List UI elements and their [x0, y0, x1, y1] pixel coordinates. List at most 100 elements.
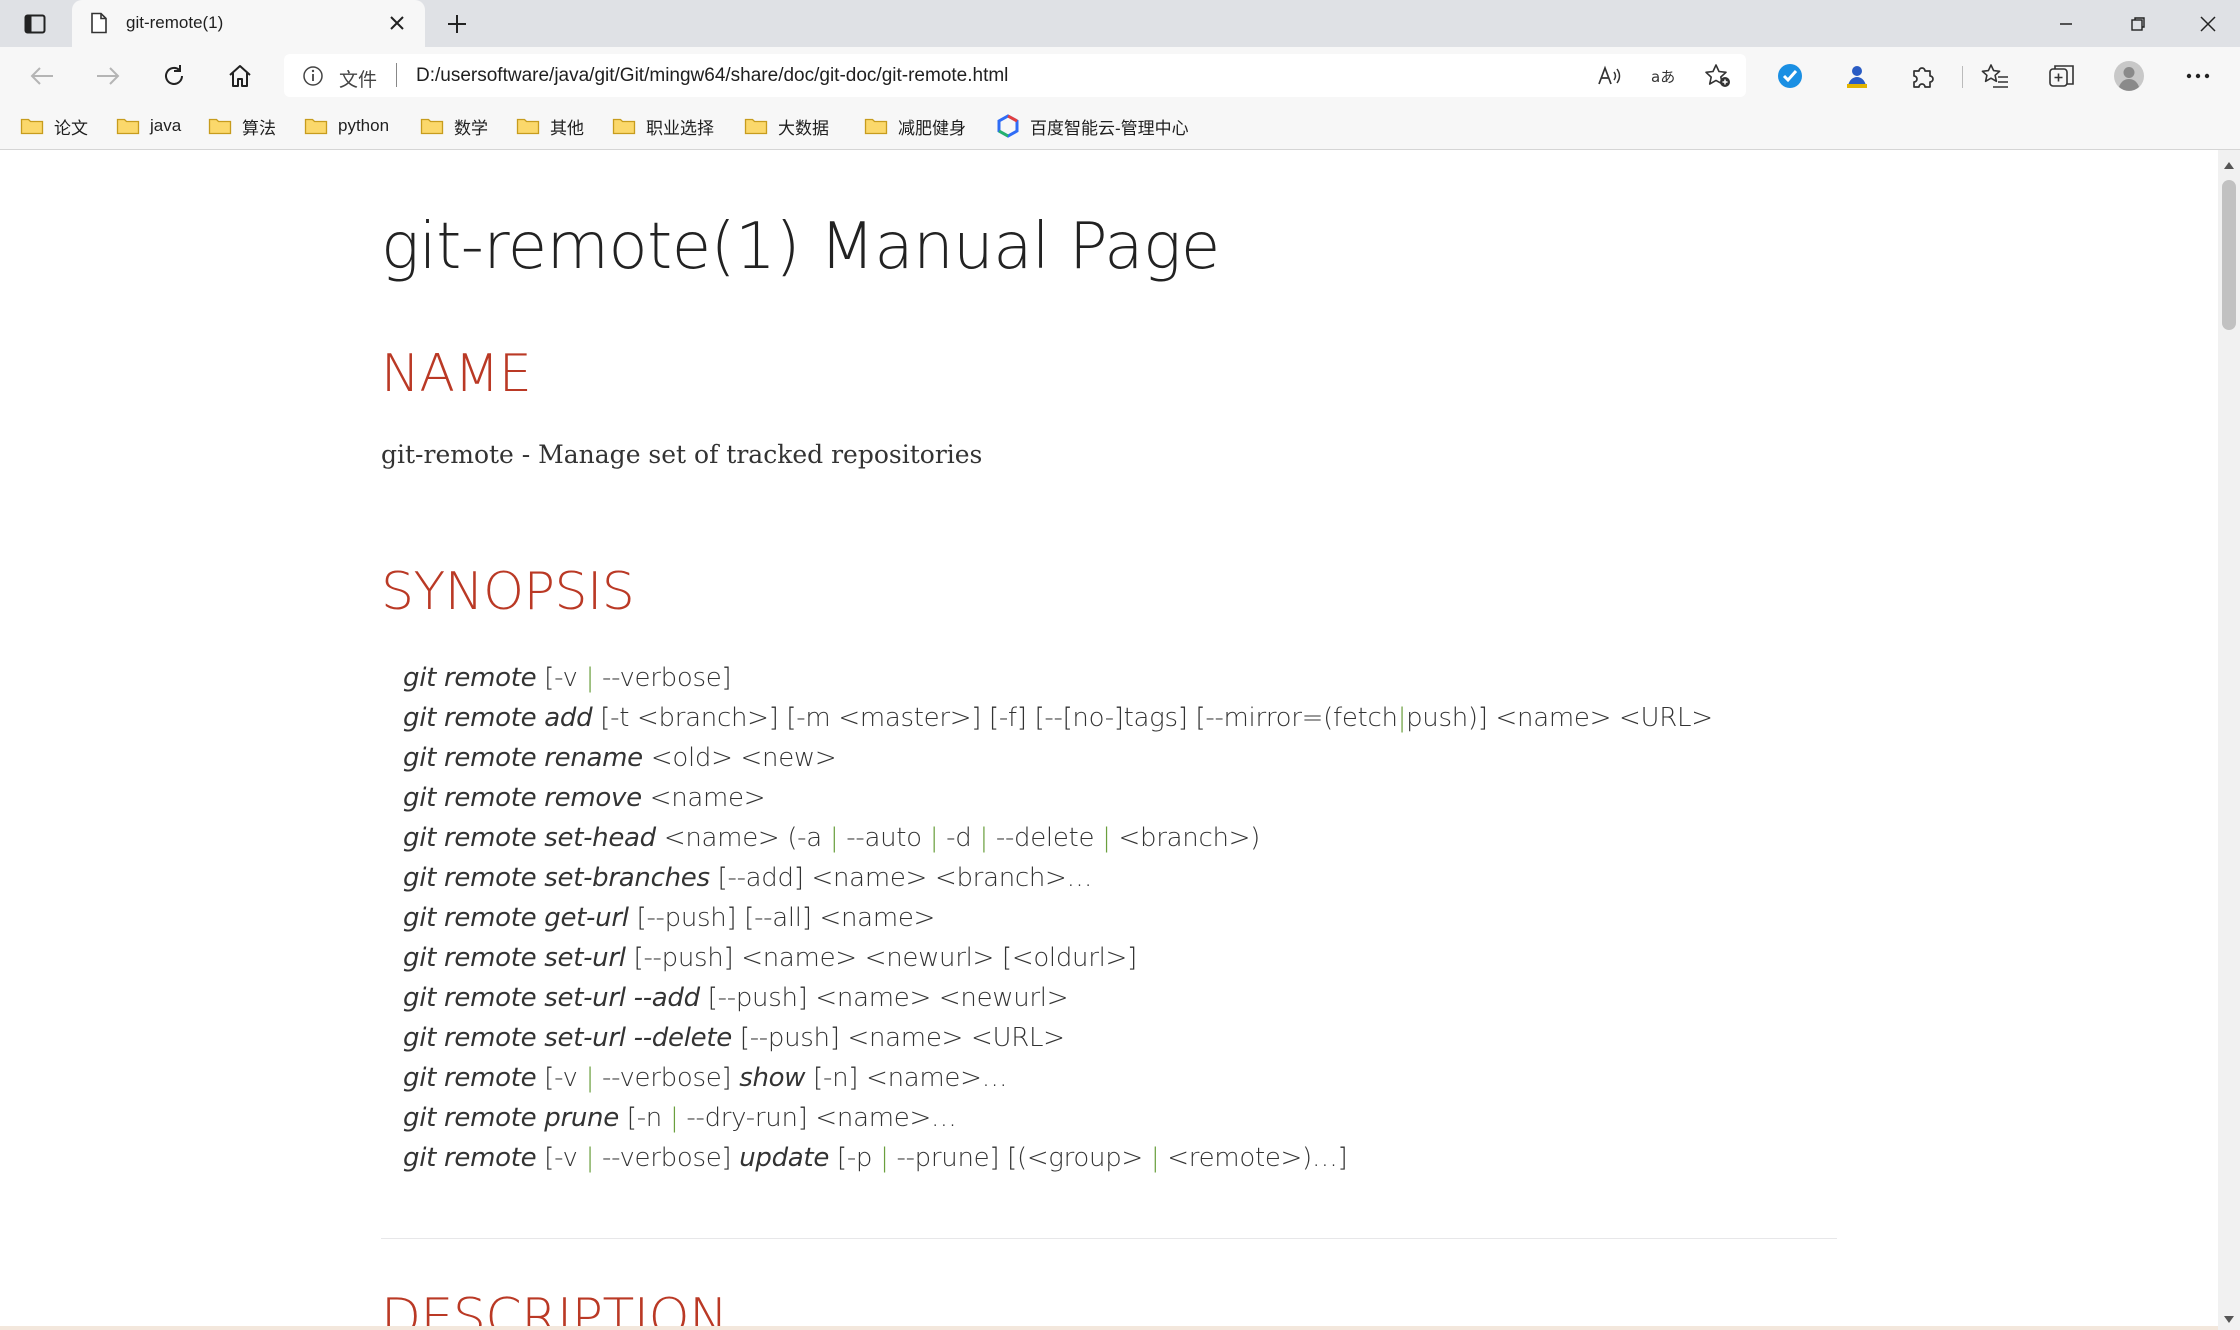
command-name: git remote — [403, 1063, 537, 1093]
collections-button[interactable] — [2045, 60, 2079, 92]
restore-icon — [2131, 16, 2145, 31]
bookmark-label: 减肥健身 — [898, 118, 966, 138]
option-separator: | — [979, 823, 988, 853]
new-tab-button[interactable] — [440, 9, 474, 39]
extension-shield-button[interactable] — [1773, 60, 1807, 92]
translate-button[interactable]: aあ — [1650, 63, 1678, 89]
window-bottom-edge — [0, 1326, 2218, 1330]
bookmark-folder-python[interactable]: python — [304, 113, 389, 139]
bookmark-folder-fitness[interactable]: 减肥健身 — [864, 113, 966, 139]
bookmark-folder-career[interactable]: 职业选择 — [612, 113, 714, 139]
bookmark-folder-other[interactable]: 其他 — [516, 113, 584, 139]
bookmark-label: 其他 — [550, 118, 584, 138]
collections-icon — [2049, 65, 2074, 87]
command-name: git remote rename — [403, 743, 643, 773]
web-page-viewport: git-remote(1) Manual Page NAME git-remot… — [0, 150, 2218, 1330]
command-args: [-p — [829, 1143, 881, 1173]
command-args: --verbose] — [594, 1063, 740, 1093]
command-args: [-n — [618, 1103, 670, 1133]
command-name: git remote set-url --add — [403, 983, 700, 1013]
bookmark-folder-java[interactable]: java — [116, 113, 181, 139]
command-name: git remote set-url — [403, 943, 626, 973]
synopsis-line: git remote set-head <name> (-a | --auto … — [403, 818, 1713, 858]
description-heading: DESCRIPTION — [381, 1288, 728, 1330]
add-favorite-button[interactable] — [1704, 63, 1732, 89]
bookmark-baidu-cloud[interactable]: 百度智能云-管理中心 — [996, 113, 1189, 139]
option-separator: | — [585, 1063, 595, 1093]
synopsis-line: git remote remove <name> — [403, 778, 1713, 818]
command-name: git remote set-head — [403, 823, 656, 853]
settings-more-button[interactable] — [2181, 60, 2215, 92]
back-button[interactable] — [22, 56, 62, 96]
tab-actions-menu-button[interactable] — [18, 9, 52, 39]
synopsis-heading: SYNOPSIS — [381, 562, 635, 622]
address-bar[interactable]: 文件 D:/usersoftware/java/git/Git/mingw64/… — [284, 54, 1746, 97]
synopsis-block: git remote [-v | --verbose] git remote ad… — [403, 658, 1713, 1178]
refresh-button[interactable] — [154, 56, 194, 96]
favorites-button[interactable] — [1978, 60, 2012, 92]
info-icon[interactable] — [302, 65, 324, 87]
command-args: <remote>)…] — [1159, 1143, 1348, 1173]
command-args: [--push] <name> <newurl> — [699, 983, 1069, 1013]
command-name: git remote prune — [403, 1103, 619, 1133]
bookmark-folder-algorithms[interactable]: 算法 — [208, 113, 276, 139]
tab-panel-icon — [24, 14, 46, 34]
vertical-scrollbar[interactable] — [2218, 150, 2240, 1330]
close-tab-icon[interactable] — [387, 13, 407, 33]
option-separator: | — [929, 823, 939, 853]
extensions-button[interactable] — [1905, 60, 1939, 92]
read-aloud-icon — [1598, 65, 1621, 85]
command-args: [-v — [536, 1143, 586, 1173]
restore-button[interactable] — [2106, 0, 2170, 47]
plus-icon — [448, 15, 466, 33]
bookmark-label: 大数据 — [778, 118, 829, 138]
folder-icon — [20, 118, 44, 135]
tab-strip: git-remote(1) — [0, 0, 2240, 47]
option-separator: | — [1397, 703, 1407, 733]
scroll-down-arrow-icon[interactable] — [2224, 1316, 2234, 1323]
minimize-button[interactable] — [2034, 0, 2098, 47]
extension-profile-button[interactable] — [1840, 60, 1874, 92]
folder-icon — [116, 118, 140, 135]
folder-icon — [420, 118, 444, 135]
bookmark-label: java — [150, 116, 182, 135]
toolbar-separator — [1962, 66, 1963, 88]
close-window-button[interactable] — [2176, 0, 2240, 47]
close-window-icon — [2200, 15, 2216, 32]
more-dots-icon — [2186, 73, 2210, 79]
command-name: git remote set-branches — [403, 863, 710, 893]
option-separator: | — [585, 663, 595, 693]
address-separator — [396, 63, 397, 87]
bookmark-folder-big-data[interactable]: 大数据 — [744, 113, 829, 139]
command-args: -d — [938, 823, 980, 853]
synopsis-line: git remote set-branches [--add] <name> <… — [403, 858, 1713, 898]
profile-button[interactable] — [2112, 60, 2146, 92]
home-button[interactable] — [220, 56, 260, 96]
star-add-icon — [1705, 64, 1730, 87]
command-name: update — [739, 1143, 830, 1173]
bookmark-label: 论文 — [54, 118, 88, 138]
command-args: [-v — [536, 1063, 586, 1093]
bookmark-folder-papers[interactable]: 论文 — [20, 113, 88, 139]
folder-icon — [208, 118, 232, 135]
active-tab[interactable]: git-remote(1) — [72, 0, 425, 47]
tab-title: git-remote(1) — [126, 13, 224, 32]
name-description: git-remote - Manage set of tracked repos… — [381, 440, 983, 469]
scroll-up-arrow-icon[interactable] — [2224, 162, 2234, 169]
folder-icon — [744, 118, 768, 135]
command-args: --auto — [838, 823, 930, 853]
command-args: <old> <new> — [642, 743, 837, 773]
command-args: push)] <name> <URL> — [1406, 703, 1713, 733]
command-args: [--push] <name> <newurl> [<oldurl>] — [625, 943, 1138, 973]
file-scheme-label: 文件 — [339, 70, 378, 91]
forward-button[interactable] — [88, 56, 128, 96]
command-args: [--push] <name> <URL> — [731, 1023, 1065, 1053]
bookmark-label: 百度智能云-管理中心 — [1030, 118, 1189, 138]
minimize-icon — [2060, 22, 2072, 25]
read-aloud-button[interactable] — [1596, 63, 1624, 89]
synopsis-line: git remote [-v | --verbose] show [-n] <n… — [403, 1058, 1713, 1098]
scrollbar-thumb[interactable] — [2222, 180, 2236, 330]
bookmark-folder-math[interactable]: 数学 — [420, 113, 488, 139]
url-text[interactable]: D:/usersoftware/java/git/Git/mingw64/sha… — [416, 65, 1008, 87]
command-name: git remote add — [403, 703, 593, 733]
